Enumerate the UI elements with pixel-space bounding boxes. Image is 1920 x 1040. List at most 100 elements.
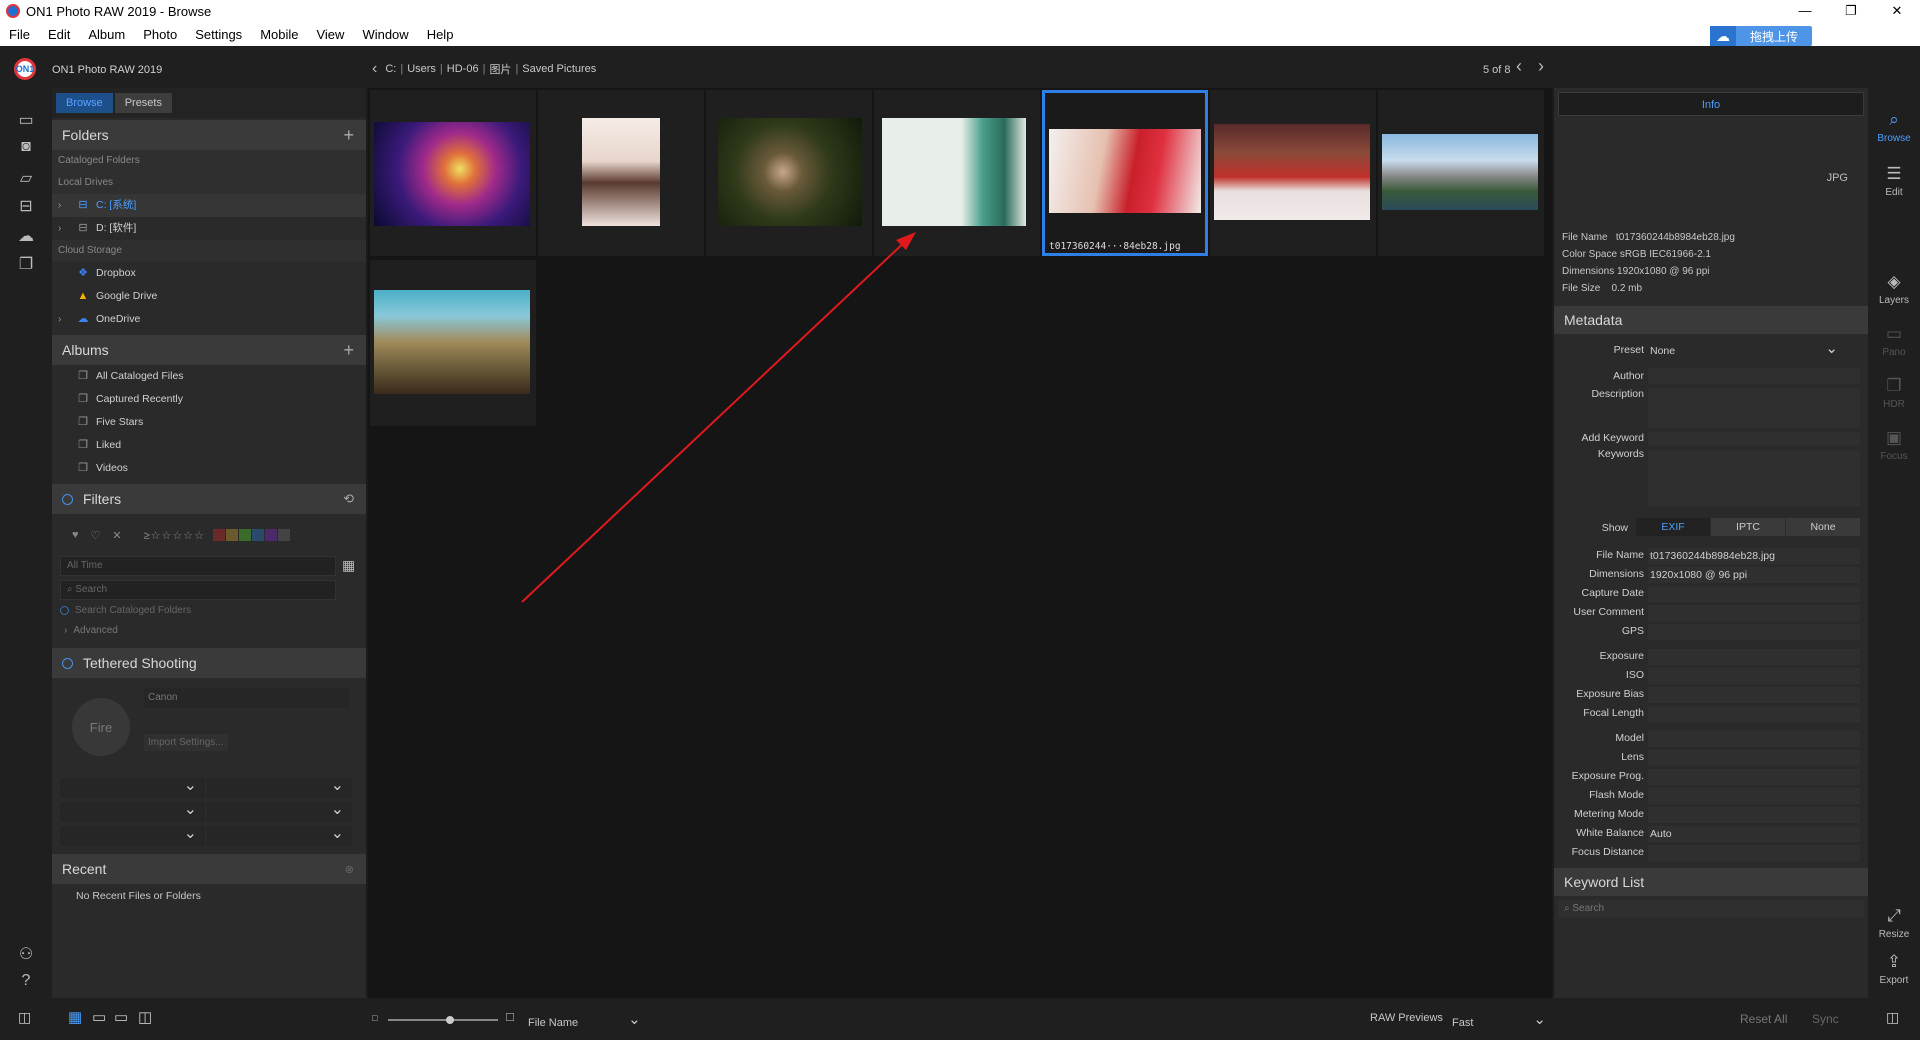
exif-value[interactable] bbox=[1648, 706, 1860, 722]
right-panel-toggle-icon[interactable]: ◫ bbox=[1886, 1009, 1899, 1026]
keyword-search-input[interactable]: ⌕ Search bbox=[1558, 900, 1864, 918]
exif-value[interactable] bbox=[1648, 731, 1860, 747]
thumbnail-size-slider[interactable] bbox=[388, 1016, 498, 1024]
show-none-button[interactable]: None bbox=[1786, 518, 1860, 536]
drive-c[interactable]: › ⊟ C: [系统] bbox=[52, 194, 366, 217]
reset-filters-icon[interactable]: ⟲ bbox=[343, 491, 354, 507]
layers-module[interactable]: ◈ Layers bbox=[1868, 272, 1920, 306]
selected-thumbnail-cell[interactable]: t017360244···84eb28.jpg bbox=[1042, 90, 1208, 256]
expand-chevron-icon[interactable]: › bbox=[58, 308, 61, 331]
import-settings-button[interactable]: Import Settings... bbox=[144, 734, 228, 751]
thumbnail-image[interactable] bbox=[718, 118, 862, 226]
keywords-field[interactable] bbox=[1648, 450, 1860, 506]
thumbnail-image[interactable] bbox=[374, 122, 530, 226]
resize-module[interactable]: ⤢ Resize bbox=[1868, 906, 1920, 940]
add-keyword-field[interactable] bbox=[1648, 432, 1860, 446]
clear-recent-icon[interactable]: ⊗ bbox=[345, 863, 354, 876]
crumb-c[interactable]: C: bbox=[385, 63, 396, 75]
thumbnail-cell[interactable] bbox=[370, 260, 536, 426]
albums-icon[interactable]: ❐ bbox=[15, 254, 37, 273]
back-chevron-icon[interactable]: ‹ bbox=[372, 60, 377, 78]
menu-settings[interactable]: Settings bbox=[186, 27, 251, 42]
expand-chevron-icon[interactable]: › bbox=[58, 217, 61, 240]
thumbnail-cell[interactable] bbox=[370, 90, 536, 256]
thumbnail-cell[interactable] bbox=[1210, 90, 1376, 256]
crumb-saved-pictures[interactable]: Saved Pictures bbox=[522, 63, 596, 75]
menu-help[interactable]: Help bbox=[418, 27, 463, 42]
tether-dropdown[interactable] bbox=[60, 775, 205, 798]
panel-toggle-icon[interactable]: ◫ bbox=[18, 1009, 31, 1026]
tethered-toggle-icon[interactable] bbox=[62, 657, 73, 669]
author-field[interactable] bbox=[1648, 368, 1860, 384]
menu-window[interactable]: Window bbox=[353, 27, 417, 42]
album-videos[interactable]: ❐ Videos bbox=[52, 457, 366, 480]
menu-file[interactable]: File bbox=[0, 27, 39, 42]
exif-value[interactable] bbox=[1648, 845, 1860, 861]
album-liked[interactable]: ❐ Liked bbox=[52, 434, 366, 457]
focus-module[interactable]: ▣ Focus bbox=[1868, 428, 1920, 462]
thumbnail-cell[interactable] bbox=[538, 90, 704, 256]
small-thumb-icon[interactable]: □ bbox=[372, 1013, 377, 1023]
keyword-list-header[interactable]: Keyword List bbox=[1554, 868, 1868, 896]
add-folder-icon[interactable]: + bbox=[343, 125, 354, 146]
crumb-hd06[interactable]: HD-06 bbox=[447, 63, 479, 75]
expand-chevron-icon[interactable]: › bbox=[58, 194, 61, 217]
album-captured-recently[interactable]: ❐ Captured Recently bbox=[52, 388, 366, 411]
thumbnail-image[interactable] bbox=[374, 290, 530, 394]
folder-drive-icon[interactable]: ▱ bbox=[15, 168, 37, 187]
prev-image-icon[interactable]: ‹ bbox=[1516, 56, 1522, 77]
exif-value[interactable]: Auto bbox=[1648, 826, 1860, 842]
maximize-button[interactable]: ❐ bbox=[1828, 3, 1874, 19]
heart-filled-icon[interactable]: ♥ bbox=[72, 529, 79, 541]
tether-dropdown[interactable] bbox=[60, 799, 205, 822]
large-thumb-icon[interactable]: □ bbox=[506, 1009, 514, 1024]
show-exif-button[interactable]: EXIF bbox=[1636, 518, 1710, 536]
camera-icon[interactable]: ◙ bbox=[15, 138, 37, 156]
time-filter[interactable]: All Time ▦ bbox=[60, 556, 358, 576]
exif-value[interactable] bbox=[1648, 586, 1860, 602]
menu-edit[interactable]: Edit bbox=[39, 27, 79, 42]
add-album-icon[interactable]: + bbox=[343, 340, 354, 361]
album-five-stars[interactable]: ❐ Five Stars bbox=[52, 411, 366, 434]
fire-button[interactable]: Fire bbox=[72, 698, 130, 756]
thumbnail-image[interactable] bbox=[1049, 129, 1201, 213]
tether-dropdown[interactable] bbox=[207, 799, 352, 822]
metadata-header[interactable]: Metadata bbox=[1554, 306, 1868, 334]
exif-value[interactable] bbox=[1648, 807, 1860, 823]
color-label-filter[interactable] bbox=[212, 529, 291, 541]
sync-button[interactable]: Sync bbox=[1812, 1012, 1839, 1026]
tether-dropdown[interactable] bbox=[207, 823, 352, 846]
user-icon[interactable]: ⚇ bbox=[15, 944, 37, 963]
monitor-icon[interactable]: ▭ bbox=[15, 110, 37, 129]
exif-value[interactable]: t017360244b8984eb28.jpg bbox=[1648, 548, 1860, 564]
edit-module[interactable]: ☰ Edit bbox=[1868, 164, 1920, 198]
tether-dropdown[interactable] bbox=[60, 823, 205, 846]
thumbnail-image[interactable] bbox=[882, 118, 1026, 226]
search-cataloged-option[interactable]: Search Cataloged Folders bbox=[60, 600, 358, 620]
time-filter-field[interactable]: All Time bbox=[60, 556, 336, 576]
recent-header[interactable]: Recent ⊗ bbox=[52, 854, 366, 884]
filter-search-input[interactable]: ⌕ Search bbox=[60, 580, 336, 600]
slider-handle[interactable] bbox=[446, 1016, 454, 1024]
next-image-icon[interactable]: › bbox=[1538, 56, 1544, 77]
browse-module[interactable]: ⌕ Browse bbox=[1868, 110, 1920, 144]
drive-icon[interactable]: ⊟ bbox=[15, 196, 37, 215]
exif-value[interactable] bbox=[1648, 750, 1860, 766]
preset-dropdown[interactable]: None ⌄ bbox=[1648, 342, 1860, 360]
sort-dropdown[interactable]: File Name ⌄ bbox=[528, 1011, 641, 1030]
hdr-module[interactable]: ❐ HDR bbox=[1868, 376, 1920, 410]
folders-header[interactable]: Folders + bbox=[52, 120, 366, 150]
exif-value[interactable]: 1920x1080 @ 96 ppi bbox=[1648, 567, 1860, 583]
reset-all-button[interactable]: Reset All bbox=[1740, 1012, 1787, 1026]
info-tab[interactable]: Info bbox=[1558, 92, 1864, 116]
minimize-button[interactable]: — bbox=[1782, 3, 1828, 19]
exif-value[interactable] bbox=[1648, 605, 1860, 621]
radio-icon[interactable] bbox=[60, 605, 69, 615]
exif-value[interactable] bbox=[1648, 687, 1860, 703]
cloud-onedrive[interactable]: › ☁ OneDrive bbox=[52, 308, 366, 331]
thumbnail-image[interactable] bbox=[582, 118, 660, 226]
thumbnail-image[interactable] bbox=[1214, 124, 1370, 220]
detail-view-icon[interactable]: ▭ bbox=[92, 1008, 106, 1026]
tab-browse[interactable]: Browse bbox=[56, 93, 113, 113]
star-rating-filter[interactable]: ≥☆☆☆☆☆ bbox=[144, 529, 205, 542]
